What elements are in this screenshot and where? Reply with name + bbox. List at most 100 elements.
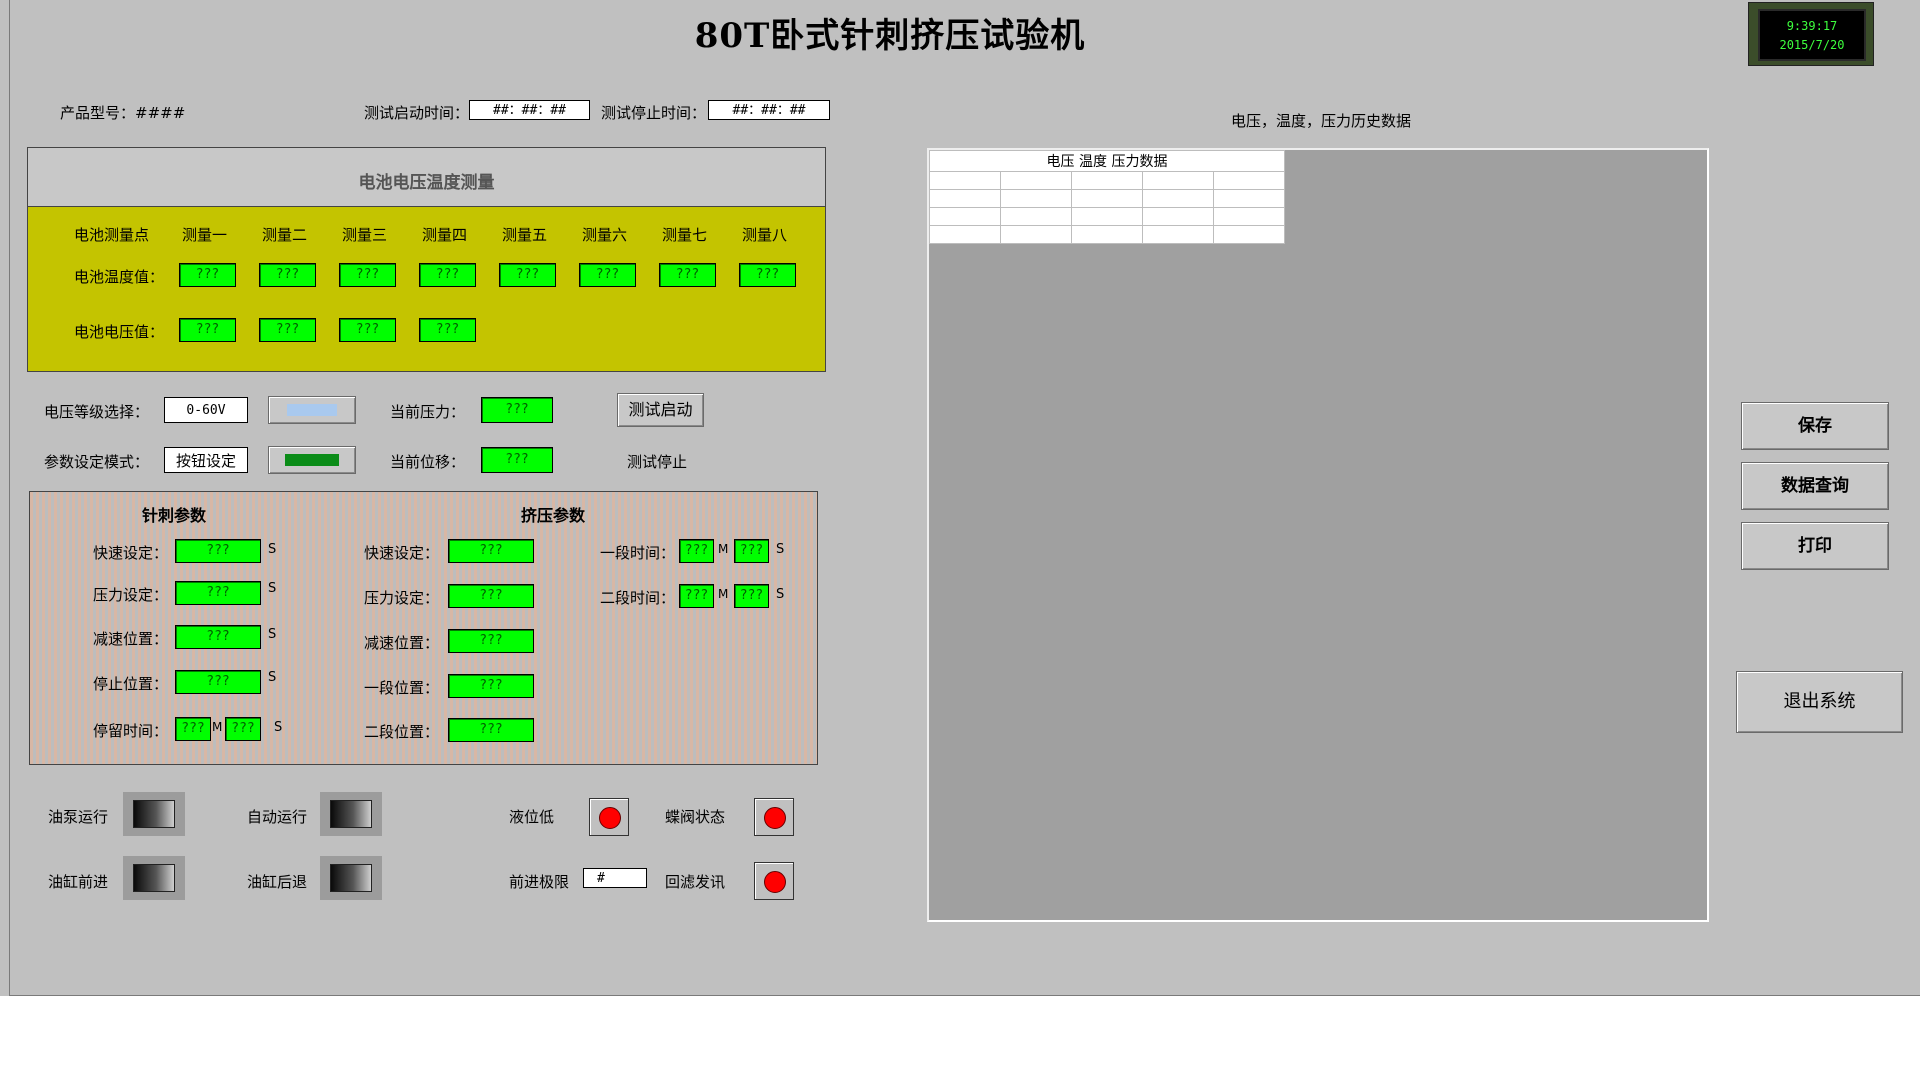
col-1: 测量一	[182, 226, 228, 244]
table-row	[929, 189, 1285, 208]
squeeze-time2-label: 二段时间：	[600, 589, 676, 607]
exit-system-button[interactable]: 退出系统	[1736, 671, 1903, 733]
oil-pump-label: 油泵运行	[48, 808, 109, 826]
level-low-lamp-light	[599, 807, 621, 829]
test-stop-label[interactable]: 测试停止	[627, 451, 687, 472]
col-3: 测量三	[342, 226, 388, 244]
stop-time-field[interactable]: ##：##：##	[708, 100, 830, 120]
voltage-level-label: 电压等级选择：	[44, 403, 150, 421]
param-mode-select[interactable]: 按钮设定	[164, 447, 248, 473]
frame-border-bottom	[9, 995, 1920, 996]
product-model-label: 产品型号：####	[60, 104, 186, 122]
history-heading: 电压，温度，压力历史数据	[1231, 112, 1412, 130]
volt-value-1: ???	[179, 318, 236, 342]
squeeze-pos2-label: 二段位置：	[364, 723, 440, 741]
cylinder-forward-indicator-face	[133, 864, 175, 892]
page-title: 80T卧式针刺挤压试验机	[694, 16, 1086, 56]
volt-value-3: ???	[339, 318, 396, 342]
col-8: 测量八	[742, 226, 788, 244]
test-start-button[interactable]: 测试启动	[617, 393, 704, 427]
cylinder-forward-label: 油缸前进	[48, 873, 109, 891]
needle-stop-value[interactable]: ???	[175, 670, 261, 694]
needle-stop-unit: S	[268, 670, 277, 685]
cylinder-back-label: 油缸后退	[247, 873, 308, 891]
needle-pressure-unit: S	[268, 581, 277, 596]
oil-pump-indicator[interactable]	[123, 792, 185, 836]
table-row	[929, 225, 1285, 244]
volt-value-4: ???	[419, 318, 476, 342]
filter-alarm-label: 回滤发讯	[665, 873, 726, 891]
current-displacement-label: 当前位移：	[390, 453, 466, 471]
col-2: 测量二	[262, 226, 308, 244]
param-mode-indicator-light	[285, 454, 339, 466]
squeeze-time1-label: 一段时间：	[600, 544, 676, 562]
start-time-field[interactable]: ##：##：##	[469, 100, 590, 120]
temp-value-5: ???	[499, 263, 556, 287]
needle-pressure-value[interactable]: ???	[175, 581, 261, 605]
needle-decel-value[interactable]: ???	[175, 625, 261, 649]
auto-run-indicator[interactable]	[320, 792, 382, 836]
clock-time: 9:39:17	[1786, 19, 1838, 33]
squeeze-time1-seconds[interactable]: ???	[734, 539, 769, 563]
temp-value-1: ???	[179, 263, 236, 287]
squeeze-decel-value[interactable]: ???	[448, 629, 534, 653]
squeeze-params-title: 挤压参数	[521, 506, 586, 525]
temp-value-8: ???	[739, 263, 796, 287]
needle-dwell-seconds[interactable]: ???	[225, 717, 261, 741]
squeeze-time1-minutes[interactable]: ???	[679, 539, 714, 563]
level-low-label: 液位低	[509, 808, 555, 826]
needle-dwell-m-unit: M	[212, 720, 223, 734]
col-5: 测量五	[502, 226, 548, 244]
clock-display: 9:39:17 2015/7/20	[1748, 2, 1874, 66]
frame-border-left	[9, 0, 10, 996]
cylinder-forward-indicator[interactable]	[123, 856, 185, 900]
temp-value-2: ???	[259, 263, 316, 287]
butterfly-valve-lamp	[754, 798, 794, 836]
save-button[interactable]: 保存	[1741, 402, 1889, 450]
squeeze-time2-seconds[interactable]: ???	[734, 584, 769, 608]
data-query-button[interactable]: 数据查询	[1741, 462, 1889, 510]
history-data-area: 电压 温度 压力数据	[927, 148, 1709, 922]
needle-pressure-label: 压力设定：	[93, 586, 169, 604]
history-table: 电压 温度 压力数据	[929, 150, 1285, 244]
param-mode-indicator-button[interactable]	[268, 446, 356, 474]
squeeze-time2-minutes[interactable]: ???	[679, 584, 714, 608]
voltage-level-select[interactable]: 0-60V	[164, 397, 248, 423]
squeeze-decel-label: 减速位置：	[364, 634, 440, 652]
needle-fast-value[interactable]: ???	[175, 539, 261, 563]
needle-dwell-label: 停留时间：	[93, 722, 169, 740]
forward-limit-field[interactable]: #	[583, 868, 647, 888]
needle-params-title: 针刺参数	[142, 506, 207, 525]
voltage-indicator-button[interactable]	[268, 396, 356, 424]
current-pressure-value: ???	[481, 397, 553, 423]
measurement-title: 电池电压温度测量	[358, 173, 495, 193]
clock-screen: 9:39:17 2015/7/20	[1758, 9, 1866, 61]
table-row	[929, 207, 1285, 226]
cylinder-back-indicator[interactable]	[320, 856, 382, 900]
print-button[interactable]: 打印	[1741, 522, 1889, 570]
measurement-header: 电池电压温度测量	[28, 148, 825, 207]
measurement-body: 电池测量点 测量一 测量二 测量三 测量四 测量五 测量六 测量七 测量八 电池…	[28, 207, 825, 371]
squeeze-pos1-value[interactable]: ???	[448, 674, 534, 698]
squeeze-time2-m-unit: M	[718, 587, 729, 601]
needle-dwell-minutes[interactable]: ???	[175, 717, 211, 741]
start-time-label: 测试启动时间：	[364, 104, 470, 122]
forward-limit-label: 前进极限	[509, 873, 570, 891]
needle-decel-label: 减速位置：	[93, 630, 169, 648]
squeeze-pos2-value[interactable]: ???	[448, 718, 534, 742]
volt-label: 电池电压值：	[74, 323, 165, 341]
butterfly-valve-label: 蝶阀状态	[665, 808, 726, 826]
parameter-panel: 针刺参数 挤压参数 快速设定： ??? S 压力设定： ??? S 减速位置： …	[29, 491, 818, 765]
auto-run-indicator-face	[330, 800, 372, 828]
temp-value-3: ???	[339, 263, 396, 287]
squeeze-time1-s-unit: S	[776, 542, 785, 557]
col-6: 测量六	[582, 226, 628, 244]
history-table-caption: 电压 温度 压力数据	[929, 150, 1285, 172]
current-displacement-value: ???	[481, 447, 553, 473]
temp-value-6: ???	[579, 263, 636, 287]
cylinder-back-indicator-face	[330, 864, 372, 892]
squeeze-fast-label: 快速设定：	[364, 544, 440, 562]
squeeze-pressure-value[interactable]: ???	[448, 584, 534, 608]
squeeze-fast-value[interactable]: ???	[448, 539, 534, 563]
auto-run-label: 自动运行	[247, 808, 308, 826]
